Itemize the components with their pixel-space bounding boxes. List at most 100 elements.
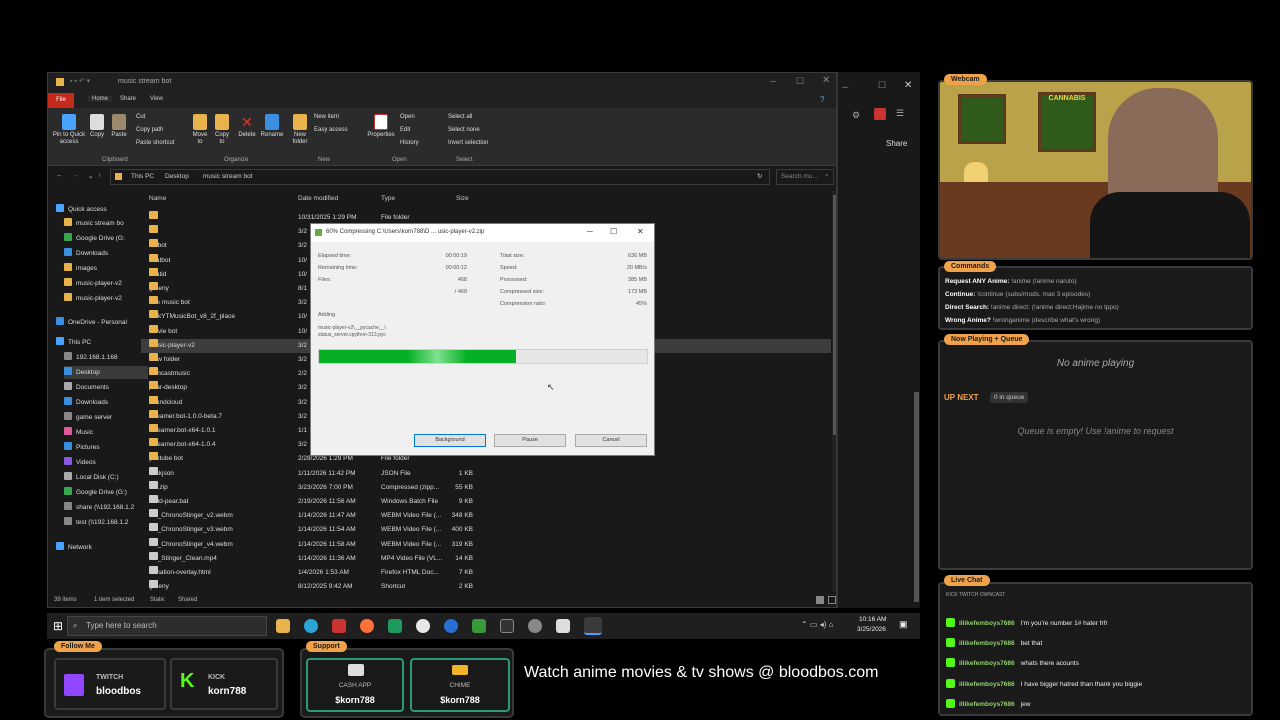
breadcrumb-desktop[interactable]: Desktop [165, 173, 189, 180]
close-button[interactable]: ✕ [637, 227, 644, 236]
copy-to-button[interactable]: Copy to [212, 114, 232, 146]
sidebar-item[interactable]: Network [56, 541, 140, 554]
breadcrumb-folder[interactable]: music stream bot [203, 173, 253, 180]
sidebar-item[interactable]: Music [64, 426, 148, 439]
clock-date[interactable]: 3/25/2026 [857, 626, 886, 633]
sidebar-item[interactable]: music-player-v2 [64, 277, 148, 290]
address-bar[interactable]: This PC Desktop music stream bot ↻ [110, 169, 770, 185]
sidebar-item[interactable]: Downloads [64, 396, 148, 409]
file-row[interactable]: .kickjson 1/11/2026 11:42 PM JSON File 1 KB [141, 466, 831, 481]
sidebar-item[interactable]: Google Drive (G: [64, 232, 148, 245]
new-item-button[interactable]: New item [314, 114, 339, 120]
column-size[interactable]: Size [456, 195, 469, 202]
cancel-button[interactable]: Cancel [575, 434, 647, 447]
minimize-button[interactable]: ─ [842, 82, 848, 92]
pin-quick-access-button[interactable]: Pin to Quick access [52, 114, 86, 146]
paste-button[interactable]: Paste [110, 114, 128, 139]
sidebar-item[interactable]: images [64, 262, 148, 275]
minimize-button[interactable]: ─ [587, 227, 593, 236]
sidebar-item[interactable]: share (\\192.168.1.2 [64, 501, 148, 514]
column-type[interactable]: Type [381, 195, 395, 202]
notification-icon[interactable]: ▣ [899, 619, 908, 630]
column-name[interactable]: Name [149, 195, 166, 202]
sidebar-item[interactable]: 192.168.1.168 [64, 351, 148, 364]
tiles-view-icon[interactable] [828, 596, 836, 604]
tab-file[interactable]: File [48, 93, 74, 108]
pause-button[interactable]: Pause [494, 434, 566, 447]
open-button[interactable]: Open [400, 114, 415, 120]
edit-button[interactable]: Edit [400, 127, 410, 133]
copy-path-button[interactable]: Copy path [136, 127, 163, 133]
easy-access-button[interactable]: Easy access [314, 127, 348, 133]
app-icon[interactable] [444, 619, 458, 633]
app-icon[interactable] [332, 619, 346, 633]
sidebar-item[interactable]: test (\\192.168.1.2 [64, 516, 148, 529]
breadcrumb-this-pc[interactable]: This PC [131, 173, 154, 180]
scrollbar-thumb[interactable] [914, 392, 919, 602]
maximize-button[interactable]: ☐ [610, 227, 617, 236]
delete-button[interactable]: ✕ Delete [236, 114, 258, 139]
search-box[interactable]: Search mu... ⌕ [776, 169, 834, 185]
app-icon[interactable] [528, 619, 542, 633]
menu-icon[interactable]: ☰ [896, 108, 904, 119]
twitch-card[interactable]: TWITCH bloodbos [54, 658, 166, 710]
sidebar-item[interactable]: music-player-v2 [64, 292, 148, 305]
rename-button[interactable]: Rename [260, 114, 284, 139]
background-button[interactable]: Background [414, 434, 486, 447]
column-date[interactable]: Date modified [298, 195, 338, 202]
select-all-button[interactable]: Select all [448, 114, 472, 120]
properties-button[interactable]: Properties [366, 114, 396, 139]
recent-chevron-icon[interactable]: ⌄ [88, 172, 93, 180]
details-view-icon[interactable] [816, 596, 824, 604]
sidebar-item[interactable]: This PC [56, 336, 140, 349]
cut-button[interactable]: Cut [136, 114, 145, 120]
winrar-icon[interactable] [584, 617, 602, 635]
kick-card[interactable]: K KICK korn788 [170, 658, 278, 710]
terminal-icon[interactable] [500, 619, 514, 633]
tab-home[interactable]: Home [88, 96, 113, 102]
sidebar-item[interactable]: Quick access [56, 203, 140, 216]
tab-share[interactable]: Share [120, 96, 136, 102]
up-arrow-icon[interactable]: ↑ [98, 172, 101, 179]
invert-selection-button[interactable]: Invert selection [448, 140, 488, 146]
select-none-button[interactable]: Select none [448, 127, 480, 133]
file-row[interactable]: aio.zip 3/23/2026 7:00 PM Compressed (zipp… [141, 480, 831, 495]
file-explorer-icon[interactable] [276, 619, 290, 633]
sidebar-item[interactable]: Documents [64, 381, 148, 394]
history-button[interactable]: History [400, 140, 419, 146]
forward-arrow-icon[interactable]: → [72, 172, 79, 179]
sidebar-item[interactable]: Pictures [64, 441, 148, 454]
back-arrow-icon[interactable]: ← [56, 172, 63, 179]
windows-start-icon[interactable]: ⊞ [53, 619, 63, 633]
sidebar-item[interactable]: game server [64, 411, 148, 424]
file-row[interactable]: CT_ChronoStinger_v3.webm 1/14/2026 11:54 … [141, 523, 831, 537]
edge-icon[interactable] [304, 619, 318, 633]
extensions-icon[interactable]: ⚙ [852, 110, 860, 121]
firefox-icon[interactable] [360, 619, 374, 633]
explorer-titlebar[interactable]: ▪ ▪ ↶ ▾ music stream bot ─ ☐ ✕ [48, 73, 836, 93]
file-row[interactable]: CT_ChronoStinger_v2.webm 1/14/2026 11:47 … [141, 509, 831, 523]
sidebar-item[interactable]: Downloads [64, 247, 148, 260]
chime-card[interactable]: CHIME $korn788 [410, 658, 510, 712]
share-button[interactable]: Share [886, 139, 907, 148]
file-row[interactable]: CT_ChronoStinger_v4.webm 1/14/2026 11:58 … [141, 537, 831, 552]
sidebar-item[interactable]: Desktop [64, 366, 148, 379]
close-button[interactable]: ✕ [822, 75, 830, 86]
close-button[interactable]: ✕ [904, 80, 912, 91]
notifications-icon[interactable] [874, 108, 886, 120]
sidebar-item[interactable]: OneDrive - Personal [56, 316, 140, 329]
file-row[interactable]: build-pear.bat 2/19/2026 11:56 AM Windows … [141, 495, 831, 509]
system-tray-icons[interactable]: ⌃ ▭ ◂) ⌂ [801, 620, 833, 629]
cashapp-card[interactable]: CASH APP $korn788 [306, 658, 404, 712]
paste-shortcut-button[interactable]: Paste shortcut [136, 140, 174, 146]
quick-access-toolbar-icon[interactable]: ▪ ▪ ↶ ▾ [70, 77, 90, 85]
dialog-titlebar[interactable]: 60% Compressing C:\Users\korn788\D ... u… [311, 224, 654, 242]
file-row[interactable]: greeny 8/12/2025 9:42 AM Shortcut 2 KB [141, 580, 831, 594]
move-to-button[interactable]: Move to [190, 114, 210, 146]
sidebar-item[interactable]: Videos [64, 456, 148, 469]
sidebar-item[interactable]: Google Drive (G:) [64, 486, 148, 499]
chrome-icon[interactable] [416, 619, 430, 633]
help-icon[interactable]: ? [820, 95, 824, 104]
app-icon[interactable] [388, 619, 402, 633]
app-icon[interactable] [556, 619, 570, 633]
